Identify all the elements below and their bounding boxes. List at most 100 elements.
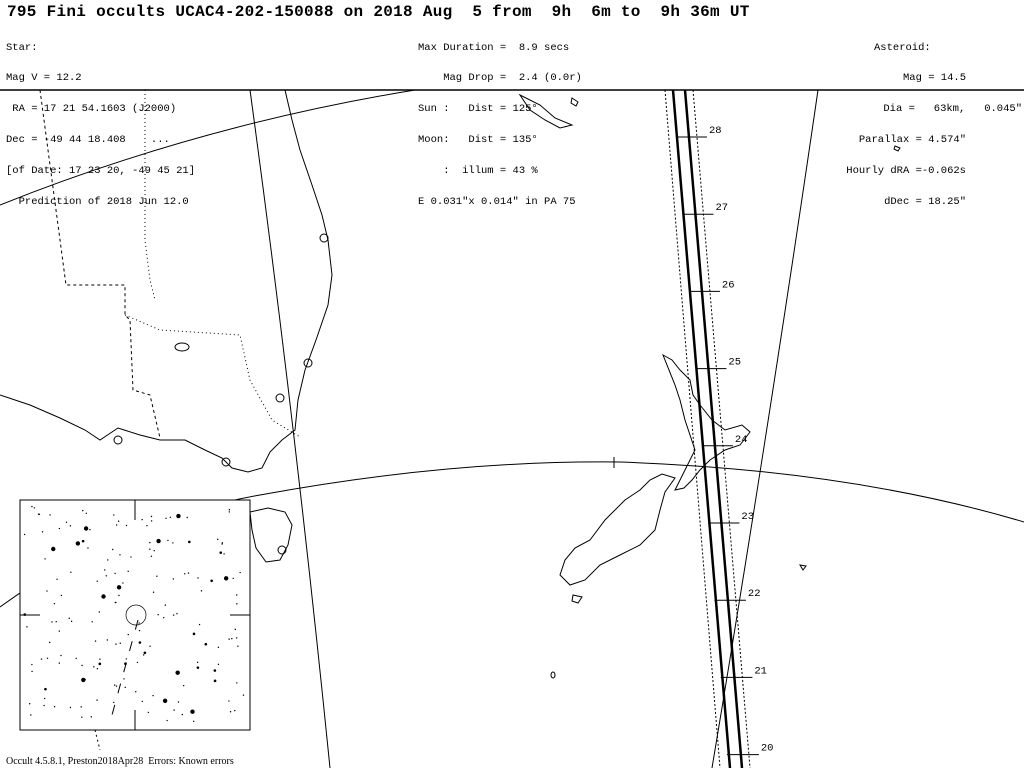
star-dot: [141, 518, 143, 521]
star-dot: [231, 637, 233, 640]
star-dot: [149, 548, 151, 550]
star-dot: [213, 669, 217, 672]
star-dot: [31, 505, 33, 508]
state-border: [39, 89, 161, 439]
star-dot: [223, 576, 229, 581]
star-dot: [176, 613, 178, 615]
star-dot: [81, 716, 83, 718]
star-dot: [234, 709, 236, 712]
star-dot: [221, 543, 223, 545]
star-dot: [217, 538, 219, 541]
star-dot: [228, 509, 231, 511]
path-time-label: 25: [728, 357, 741, 369]
path-time-label: 24: [735, 434, 748, 446]
star-dot: [115, 524, 118, 526]
star-dot: [80, 706, 82, 708]
star-dot: [83, 526, 89, 531]
star-dot: [232, 577, 234, 580]
star-dot: [219, 551, 223, 554]
star-dot: [182, 684, 185, 687]
star-dot: [228, 511, 230, 513]
city-marker: [113, 435, 123, 445]
star-dot: [149, 541, 151, 544]
star-dot: [106, 639, 109, 641]
star-dot: [85, 512, 87, 514]
star-dot: [147, 711, 150, 714]
latitude-curve: [0, 89, 416, 206]
star-dot: [84, 678, 86, 681]
star-dot: [105, 575, 107, 577]
star-dot: [46, 590, 48, 592]
star-dot: [187, 572, 190, 574]
path-time-label: 21: [754, 665, 767, 677]
star-dot: [49, 641, 51, 644]
star-dot: [75, 657, 77, 660]
path-time-label: 20: [761, 743, 774, 755]
star-dot: [236, 682, 238, 684]
north-island-coastline: [662, 353, 751, 491]
city-marker: [319, 233, 329, 243]
star-dot: [96, 580, 99, 582]
star-dot: [87, 547, 89, 549]
star-dot: [188, 540, 191, 544]
star-dot: [70, 620, 73, 623]
star-dot: [101, 594, 106, 599]
star-dot: [213, 679, 217, 683]
star-dot: [146, 524, 148, 527]
star-dot: [49, 514, 51, 516]
star-dot: [152, 694, 154, 697]
path-limit-south: [683, 89, 744, 768]
star-dot: [172, 542, 174, 544]
star-dot: [217, 646, 220, 649]
star-dot: [153, 549, 155, 552]
star-dot: [184, 573, 186, 575]
star-dot: [65, 521, 68, 523]
star-dot: [152, 591, 155, 593]
star-dot: [196, 666, 200, 669]
star-dot: [141, 700, 143, 703]
star-dot: [31, 663, 33, 666]
star-dot: [173, 709, 175, 711]
star-dot: [69, 706, 72, 709]
star-dot: [138, 641, 142, 644]
star-dot: [236, 594, 238, 596]
star-dot: [60, 654, 62, 657]
star-dot: [175, 670, 180, 675]
star-dot: [115, 601, 117, 604]
star-dot: [115, 685, 118, 687]
stewart-island-coastline: [571, 594, 583, 604]
star-dot: [60, 594, 63, 597]
star-dot: [157, 614, 159, 616]
star-dot: [90, 716, 93, 718]
star-dot: [91, 621, 93, 623]
star-dot: [40, 658, 43, 660]
lake: [174, 342, 190, 352]
island: [550, 671, 556, 679]
star-dot: [94, 640, 97, 642]
star-dot: [58, 527, 61, 530]
star-dot: [165, 517, 167, 519]
star-dot: [138, 622, 140, 624]
star-dot: [228, 700, 230, 702]
star-dot: [122, 582, 124, 584]
star-dot: [53, 602, 56, 605]
star-dot: [237, 645, 239, 647]
path-time-label: 22: [748, 588, 761, 600]
star-dot: [114, 572, 116, 575]
star-dot: [196, 661, 199, 664]
star-dot: [81, 664, 83, 667]
star-dot: [150, 515, 153, 518]
star-dot: [193, 720, 195, 723]
island: [570, 97, 579, 107]
star-dot: [181, 713, 183, 716]
star-dot: [150, 555, 153, 558]
star-dot: [68, 617, 70, 619]
star-dot: [26, 626, 28, 628]
star-dot: [51, 621, 53, 623]
path-time-label: 26: [722, 279, 735, 291]
star-dot: [204, 642, 208, 646]
star-dot: [98, 611, 101, 613]
star-dot: [23, 533, 26, 536]
star-dot: [125, 524, 128, 527]
star-dot: [124, 686, 126, 689]
